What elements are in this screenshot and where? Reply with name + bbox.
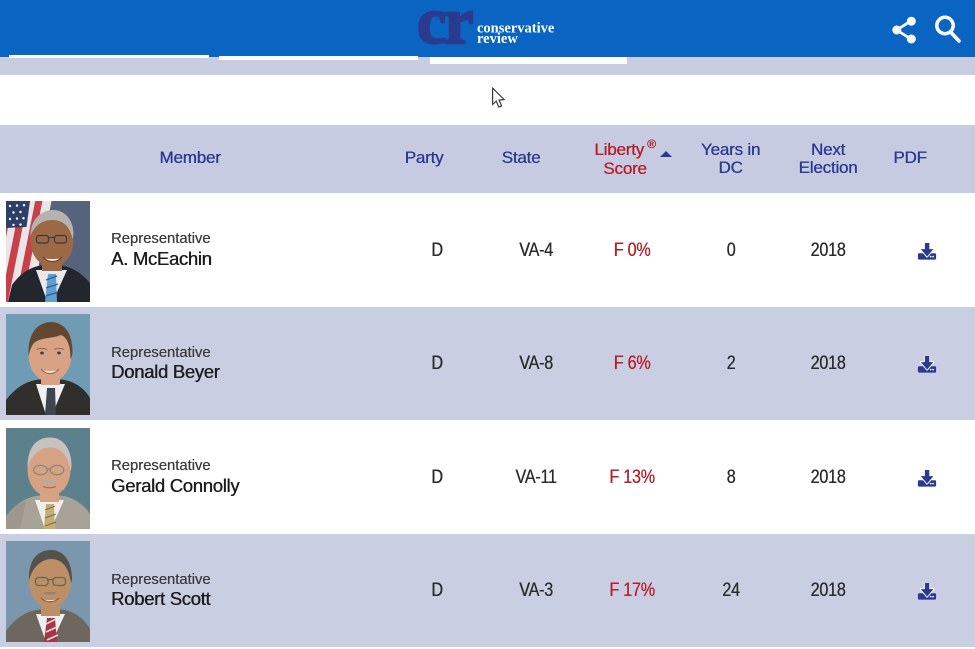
svg-text:cr: cr (417, 0, 472, 57)
svg-text:review: review (477, 31, 518, 47)
